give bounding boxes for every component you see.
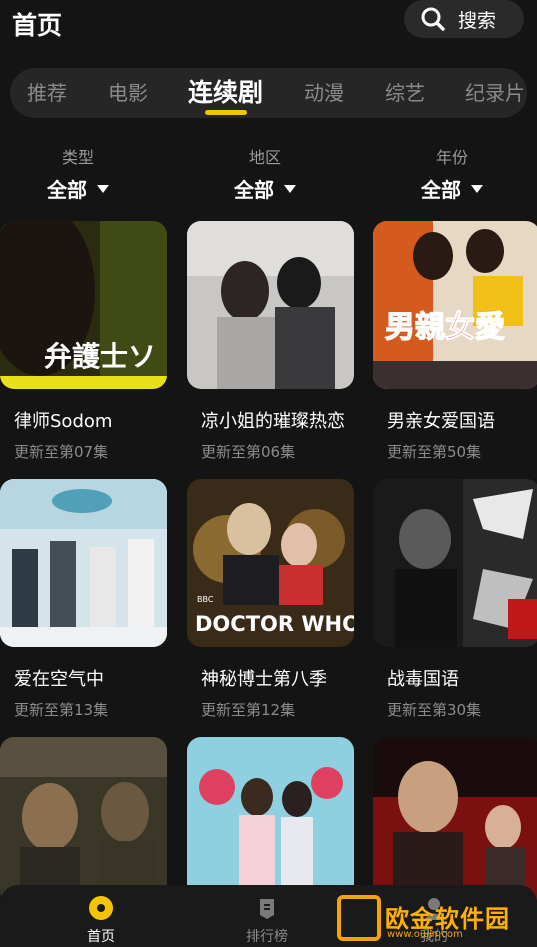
card-title: 律师Sodom xyxy=(14,411,113,432)
filter-region-label: 地区 xyxy=(248,148,281,167)
poster-image xyxy=(187,737,354,905)
card-episode-status: 更新至第13集 xyxy=(14,701,109,719)
watermark-logo: 欧金软件园 www.oujin.com xyxy=(337,895,533,945)
poster-caption: 弁護士ソ xyxy=(44,340,156,373)
nav-ranking-label: 排行榜 xyxy=(246,929,288,945)
category-tabs: 推荐 电影 连续剧 动漫 综艺 纪录片 xyxy=(10,68,527,118)
card-title: 爱在空气中 xyxy=(14,669,104,690)
card-episode-status: 更新至第50集 xyxy=(387,443,482,461)
poster-image: 弁護士ソ xyxy=(0,221,167,389)
poster-image: 男親女愛 xyxy=(373,221,537,389)
svg-text:BBC: BBC xyxy=(197,595,214,604)
tab-anime[interactable]: 动漫 xyxy=(304,68,344,118)
nav-home-label: 首页 xyxy=(87,929,115,945)
card-episode-status: 更新至第30集 xyxy=(387,701,482,719)
filter-type-value: 全部 xyxy=(47,178,87,202)
card-title: 男亲女爱国语 xyxy=(387,411,495,432)
ranking-icon xyxy=(260,899,274,919)
poster-image xyxy=(373,479,537,647)
filter-year-value: 全部 xyxy=(421,178,461,202)
search-button[interactable]: 搜索 xyxy=(404,0,524,38)
filter-year-label: 年份 xyxy=(435,148,468,167)
filter-region-value: 全部 xyxy=(234,178,274,202)
card-episode-status: 更新至第12集 xyxy=(201,701,296,719)
header: 首页 搜索 xyxy=(0,0,537,50)
drama-card[interactable]: 男親女愛 男亲女爱国语 更新至第50集 xyxy=(373,221,537,461)
search-label: 搜索 xyxy=(458,9,497,32)
caret-down-icon xyxy=(97,184,109,193)
page-title: 首页 xyxy=(12,11,63,40)
card-title: 凉小姐的璀璨热恋 xyxy=(201,411,345,432)
card-episode-status: 更新至第07集 xyxy=(14,443,109,461)
tab-documentary[interactable]: 纪录片 xyxy=(465,68,525,118)
poster-image xyxy=(0,737,167,905)
filter-region[interactable]: 地区 全部 xyxy=(205,144,325,203)
filter-type-label: 类型 xyxy=(61,148,94,167)
nav-home[interactable]: 首页 xyxy=(61,885,141,947)
drama-card[interactable]: 凉小姐的璀璨热恋 更新至第06集 xyxy=(187,221,354,461)
caret-down-icon xyxy=(471,184,483,193)
tab-variety[interactable]: 综艺 xyxy=(385,68,425,118)
card-episode-status: 更新至第06集 xyxy=(201,443,296,461)
nav-ranking[interactable]: 排行榜 xyxy=(227,885,307,947)
card-title: 神秘博士第八季 xyxy=(201,669,327,690)
poster-caption: DOCTOR WHO xyxy=(195,612,354,636)
poster-image xyxy=(0,479,167,647)
caret-down-icon xyxy=(284,184,296,193)
search-icon xyxy=(421,7,445,31)
tab-recommend[interactable]: 推荐 xyxy=(27,68,67,118)
watermark-url: www.oujin.com xyxy=(387,929,463,940)
card-title: 战毒国语 xyxy=(387,669,459,690)
poster-image xyxy=(187,221,354,389)
drama-card[interactable]: 战毒国语 更新至第30集 xyxy=(373,479,537,719)
poster-image: BBC DOCTOR WHO xyxy=(187,479,354,647)
drama-card[interactable]: 爱在空气中 更新至第13集 xyxy=(0,479,167,719)
poster-caption: 男親女愛 xyxy=(385,310,505,345)
tab-movies[interactable]: 电影 xyxy=(108,68,148,118)
drama-card[interactable] xyxy=(187,737,354,905)
drama-card[interactable] xyxy=(0,737,167,905)
drama-card[interactable]: 弁護士ソ 律师Sodom 更新至第07集 xyxy=(0,221,167,461)
filter-type[interactable]: 类型 全部 xyxy=(18,144,138,203)
drama-card[interactable]: BBC DOCTOR WHO 神秘博士第八季 更新至第12集 xyxy=(187,479,354,719)
filter-year[interactable]: 年份 全部 xyxy=(392,144,512,203)
drama-card[interactable] xyxy=(373,737,537,905)
watermark-emblem xyxy=(337,895,381,941)
active-tab-indicator xyxy=(205,110,247,115)
poster-image xyxy=(373,737,537,905)
home-disc-icon xyxy=(89,896,113,920)
